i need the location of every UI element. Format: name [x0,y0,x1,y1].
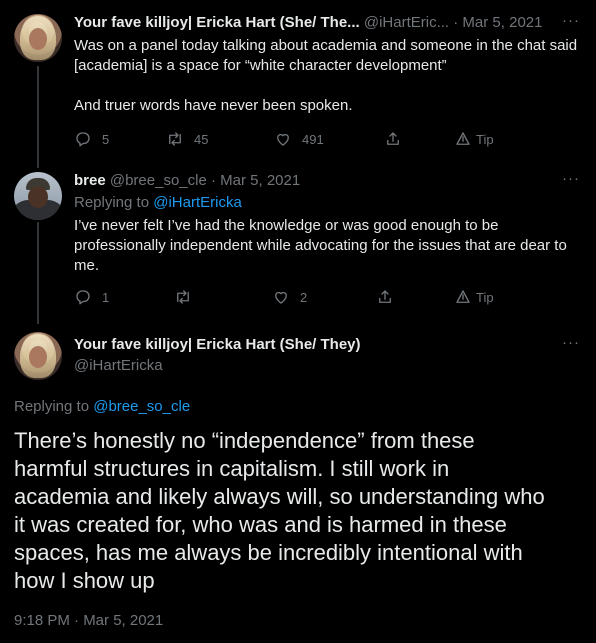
more-options-icon[interactable]: ··· [562,334,580,351]
share-icon [387,132,399,145]
tweet-header: Your fave killjoy| Ericka Hart (She/ The… [74,14,542,31]
tweet-text-line: I’ve never felt I’ve had the knowledge o… [74,217,499,234]
author-name[interactable]: Your fave killjoy| Ericka Hart (She/ The… [74,14,360,31]
tip-label: Tip [476,131,494,147]
replying-to-link[interactable]: @iHartEricka [153,194,242,211]
author-handle[interactable]: @bree_so_cle [110,172,207,189]
tweet-text-line: me. [74,257,100,274]
tweet-timestamp[interactable]: 9:18 PM · Mar 5, 2021 [14,612,163,629]
retweet-icon [177,290,189,304]
like-count: 2 [300,289,308,305]
tweet-text-line: academia and likely always will, so unde… [14,484,545,509]
like-button[interactable]: 2 [272,288,307,306]
thread-line [37,222,39,324]
tweet-header: bree @bree_so_cle · Mar 5, 2021 [74,172,300,189]
more-options-icon[interactable]: ··· [562,12,580,29]
tip-icon [456,132,470,145]
reply-count: 5 [102,131,110,147]
tweet-text-line: it was created for, who was and is harme… [14,512,507,537]
retweet-button[interactable] [174,288,202,306]
replying-prefix: Replying to [14,398,90,415]
tip-icon [456,290,470,303]
tweet-date[interactable]: · Mar 5, 2021 [211,172,300,189]
main-author-handle[interactable]: @iHartEricka [74,357,163,374]
thread-line [37,66,39,168]
tweet-text: I’ve never felt I’ve had the knowledge o… [74,216,589,276]
tip-label: Tip [476,289,494,305]
retweet-button[interactable]: 45 [166,130,208,148]
replying-to: Replying to @iHartEricka [74,194,242,211]
main-author-name[interactable]: Your fave killjoy| Ericka Hart (She/ The… [74,336,361,353]
tweet-text-line: how I show up [14,568,155,593]
tweet-actions: 5 45 491 Tip [74,130,584,150]
author-name[interactable]: bree [74,172,106,189]
share-icon [379,290,391,303]
tweet-text-line: [academia] is a space for “white charact… [74,57,447,74]
tweet-text: Was on a panel today talking about acade… [74,36,584,116]
main-tweet-text: There’s honestly no “independence” from … [14,427,584,595]
reply-button[interactable]: 5 [74,130,109,148]
author-handle[interactable]: @iHartEric... [364,14,449,31]
avatar[interactable] [14,332,62,380]
heart-icon [275,291,287,304]
tip-button[interactable]: Tip [454,130,494,148]
tweet-text-line: professionally independent while advocat… [74,237,567,254]
share-button[interactable] [384,130,402,148]
avatar[interactable] [14,172,62,220]
more-options-icon[interactable]: ··· [562,170,580,187]
tweet-text-line: spaces, has me always be incredibly inte… [14,540,523,565]
tweet-date[interactable]: · Mar 5, 2021 [453,14,542,31]
heart-icon [277,133,289,146]
share-button[interactable] [376,288,394,306]
tweet-text-line: There’s honestly no “independence” from … [14,428,475,453]
reply-button[interactable]: 1 [74,288,109,306]
tweet-text-line: harmful structures in capitalism. I stil… [14,456,450,481]
tweet-text-line: Was on a panel today talking about acade… [74,37,578,54]
reply-icon [76,132,90,147]
retweet-count: 45 [194,131,209,147]
replying-to: Replying to @bree_so_cle [14,398,190,415]
retweet-icon [169,132,181,146]
tip-button[interactable]: Tip [454,288,494,306]
replying-to-link[interactable]: @bree_so_cle [93,398,190,415]
avatar[interactable] [14,14,62,62]
reply-count: 1 [102,289,110,305]
tweet-text-line: And truer words have never been spoken. [74,97,353,114]
replying-prefix: Replying to [74,194,150,211]
like-button[interactable]: 491 [274,130,324,148]
tweet-actions: 1 2 Tip [74,288,584,308]
like-count: 491 [302,131,324,147]
reply-icon [76,290,90,305]
